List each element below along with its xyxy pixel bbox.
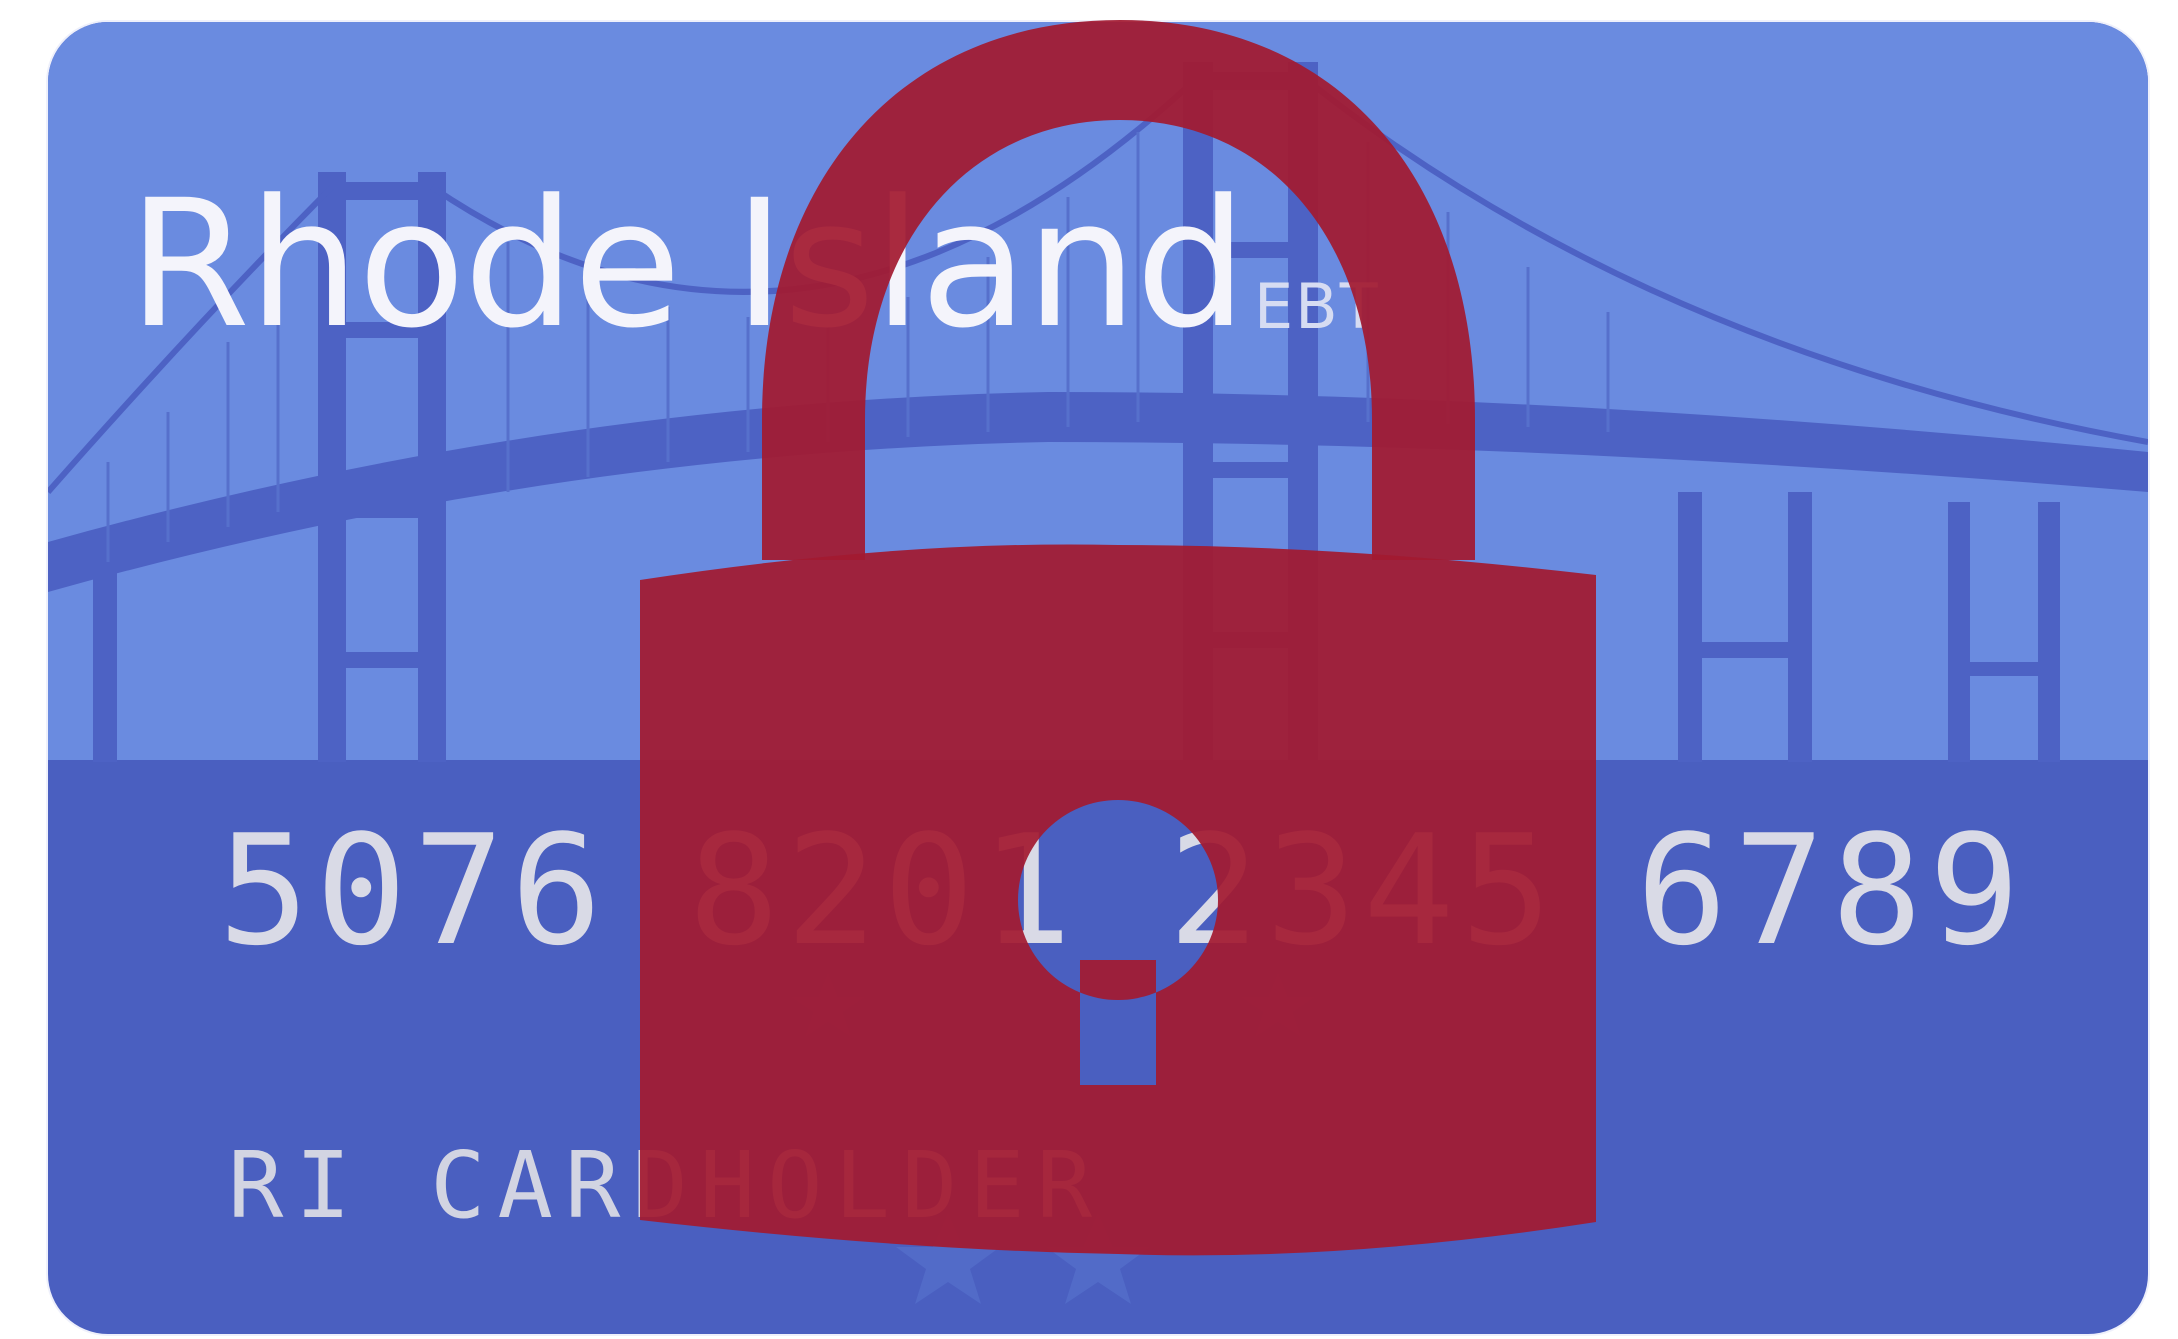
ebt-card-image: Rhode Island EBT 5076 8201 2345 6789 RI … <box>0 0 2178 1339</box>
card-state-name: Rhode Island <box>128 162 1247 367</box>
card-number-group-3: 2345 <box>1168 802 1559 979</box>
card-number-group-4: 6789 <box>1636 802 2027 979</box>
ebt-card: Rhode Island EBT 5076 8201 2345 6789 RI … <box>48 22 2148 1334</box>
card-number-group-2: 8201 <box>688 802 1079 979</box>
card-number-group-1: 5076 <box>218 802 609 979</box>
card-program-label: EBT <box>1254 270 1380 343</box>
cardholder-name: RI CARDHOLDER <box>228 1132 1105 1239</box>
